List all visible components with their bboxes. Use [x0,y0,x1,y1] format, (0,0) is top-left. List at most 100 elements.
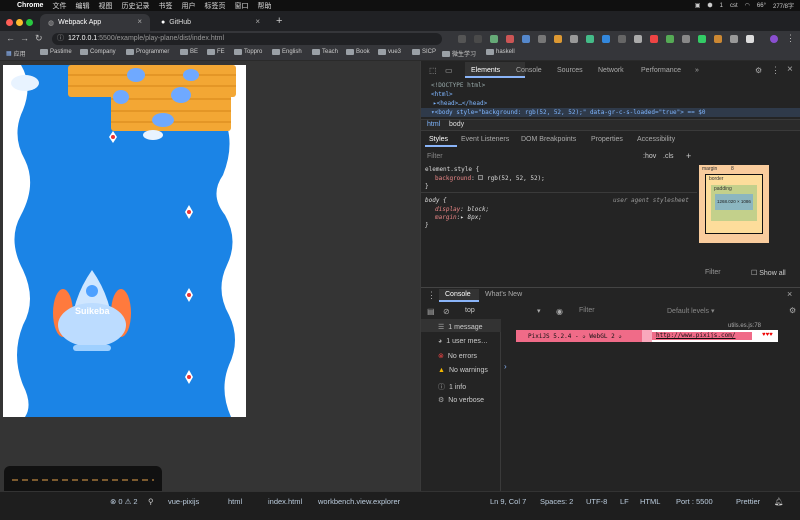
dom-doctype[interactable]: <!DOCTYPE html> [431,82,485,89]
kebab-icon[interactable]: ⋮ [771,65,780,76]
extension-icon-6[interactable] [570,35,578,43]
device-toolbar-icon[interactable]: ▭ [445,66,453,75]
status-file[interactable]: index.html [268,497,302,506]
console-filter-messages[interactable]: ☰ 1 message [438,323,483,332]
status-temp[interactable]: 66° [757,3,766,9]
drawer-menu-icon[interactable]: ⋮ [427,290,436,301]
bookmark-folder[interactable]: Toppro [234,49,262,55]
minimize-window-button[interactable] [16,19,23,26]
console-filter-errors[interactable]: ⊗ No errors [438,352,477,361]
crumb-body[interactable]: body [449,121,464,128]
crumb-html[interactable]: html [427,121,440,128]
avatar[interactable] [770,35,778,43]
extension-icon-16[interactable] [730,35,738,43]
show-all-checkbox[interactable]: ☐ Show all [751,269,786,277]
tab-event-listeners[interactable]: Event Listeners [461,136,509,143]
levels-dropdown[interactable]: Default levels ▾ [667,307,714,315]
console-filter-verbose[interactable]: ⚙ No verbose [438,396,484,405]
status-count[interactable]: 1 [720,3,723,9]
bookmark-folder[interactable]: Teach [312,49,338,55]
bookmark-folder[interactable]: BE [180,49,198,55]
rule-selector[interactable]: body { [425,197,447,204]
menu-dots-icon[interactable]: ⋮ [786,33,795,44]
status-encoding[interactable]: UTF-8 [586,497,607,506]
new-tab-button[interactable]: + [276,15,282,27]
bookmark-apps[interactable]: ▦ 应用 [6,49,26,58]
box-model-content[interactable]: 1268.020 × 1086 [715,194,753,210]
tab-webpack-app[interactable]: ◍ Webpack App × [40,14,150,31]
status-icon-b[interactable]: ⬢ [707,2,712,9]
close-tab-icon[interactable]: × [255,17,260,26]
tab-console-drawer[interactable]: Console [445,291,471,298]
close-tab-icon[interactable]: × [137,17,142,26]
tab-network[interactable]: Network [598,67,624,74]
bookmark-folder[interactable]: SICP [412,49,436,55]
menu-app-name[interactable]: Chrome [17,2,43,9]
bookmark-folder[interactable]: FE [207,49,225,55]
close-devtools-icon[interactable]: × [787,64,793,75]
bookmark-folder[interactable]: vue3 [378,49,401,55]
extension-icon-14[interactable] [698,35,706,43]
extension-icon-7[interactable] [586,35,594,43]
status-live-server[interactable]: Port : 5500 [676,497,713,506]
close-window-button[interactable] [6,19,13,26]
cls-toggle[interactable]: .cls [663,153,674,160]
extension-icon-9[interactable] [618,35,626,43]
console-filter-input[interactable]: Filter [579,307,595,314]
star-icon[interactable] [474,35,482,43]
gear-icon[interactable]: ⚙ [755,66,762,75]
console-filter-info[interactable]: ⓘ 1 info [438,382,466,392]
status-language[interactable]: HTML [640,497,660,506]
console-filter-warnings[interactable]: ▲ No warnings [438,367,488,374]
menu-item-bookmarks[interactable]: 书签 [158,1,172,11]
extension-icon-17[interactable] [746,35,754,43]
menu-item-file[interactable]: 文件 [52,1,66,11]
info-icon[interactable]: ⓘ [57,33,64,45]
menu-item-edit[interactable]: 编辑 [75,1,89,11]
extension-icon-5[interactable] [554,35,562,43]
bookmark-folder[interactable]: Company [80,49,116,55]
tab-whats-new[interactable]: What's New [485,291,522,298]
zoom-window-button[interactable] [26,19,33,26]
tab-elements[interactable]: Elements [471,67,500,74]
status-position[interactable]: Ln 9, Col 7 [490,497,526,506]
rule-declaration[interactable]: background: rgb(52, 52, 52); [435,175,545,182]
back-icon[interactable]: ← [6,33,15,43]
menu-item-view[interactable]: 视图 [98,1,112,11]
problems-indicator[interactable]: ⊗ 0 ⚠ 2 [110,497,138,506]
menu-item-tabs[interactable]: 标签页 [204,1,225,11]
bookmark-folder[interactable]: haskell [486,49,515,55]
bookmark-folder[interactable]: Pastime [40,49,72,55]
pixi-url-link[interactable]: http://www.pixijs.com/ [656,332,735,339]
rule-selector[interactable]: element.style { [425,166,479,173]
extension-icon-2[interactable] [506,35,514,43]
context-select[interactable]: top [465,307,475,314]
reload-icon[interactable]: ↻ [35,33,43,44]
extension-icon-1[interactable] [490,35,498,43]
menu-item-window[interactable]: 窗口 [234,1,248,11]
status-spaces[interactable]: Spaces: 2 [540,497,573,506]
extension-icon-10[interactable] [634,35,642,43]
status-text[interactable]: 277/8字 [773,1,794,10]
tab-styles[interactable]: Styles [429,136,448,143]
console-source-link[interactable]: utils.es.js:78 [728,323,761,329]
tab-dom-breakpoints[interactable]: DOM Breakpoints [521,136,576,143]
eye-icon[interactable]: ◉ [556,307,563,316]
bookmark-folder[interactable]: Programmer [126,49,169,55]
search-icon[interactable] [458,35,466,43]
box-model-margin[interactable]: margin 8 border padding 1268.020 × 1086 [699,165,769,243]
menu-item-user[interactable]: 用户 [181,1,195,11]
tab-console[interactable]: Console [516,67,542,74]
tab-accessibility[interactable]: Accessibility [637,136,675,143]
status-eol[interactable]: LF [620,497,629,506]
box-model-border[interactable]: border padding 1268.020 × 1086 [705,174,763,234]
sidebar-toggle-icon[interactable]: ▤ [427,307,435,316]
extension-icon-15[interactable] [714,35,722,43]
extension-icon-8[interactable] [602,35,610,43]
key-icon[interactable]: ⚲ [148,497,154,506]
menu-item-history[interactable]: 历史记录 [121,1,149,11]
tab-performance[interactable]: Performance [641,67,681,74]
console-settings-icon[interactable]: ⚙ [789,306,796,315]
computed-filter[interactable]: Filter [705,269,721,276]
box-model-padding[interactable]: padding 1268.020 × 1086 [711,185,757,221]
